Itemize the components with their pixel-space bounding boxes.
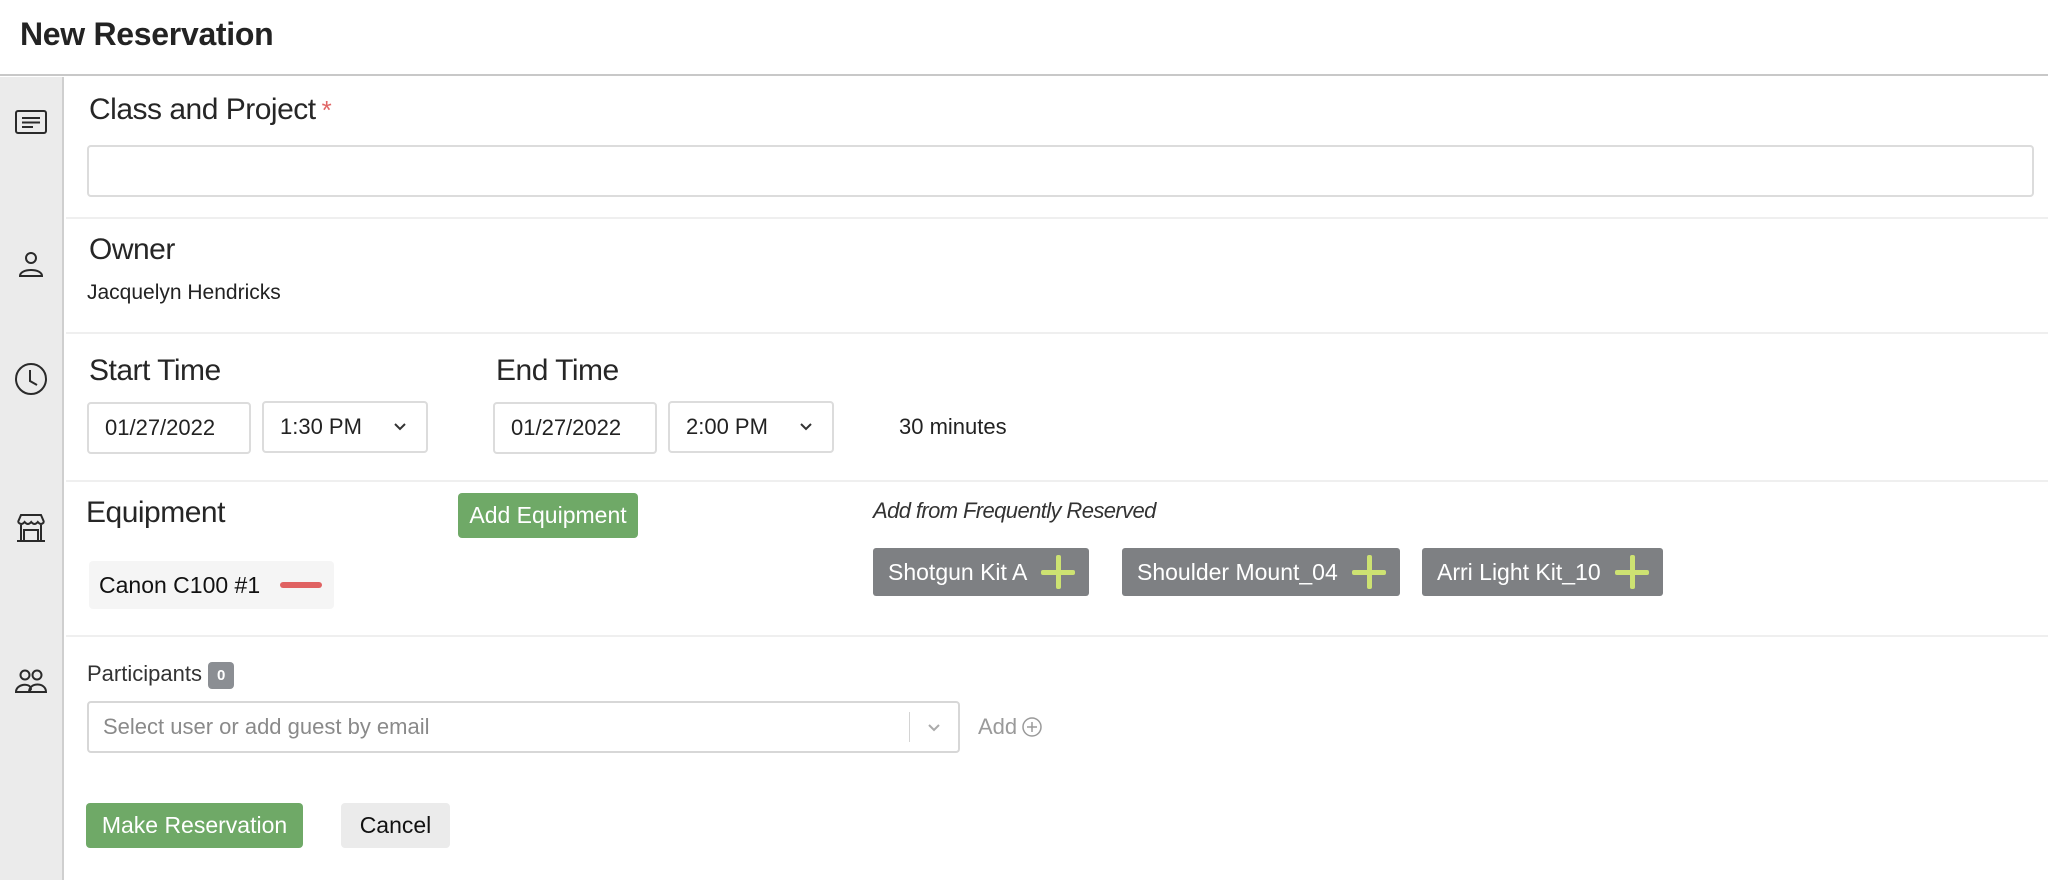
clock-icon xyxy=(12,360,50,398)
class-project-section: Class and Project * xyxy=(66,77,2048,219)
plus-icon xyxy=(1041,555,1076,589)
chevron-down-icon xyxy=(390,416,410,436)
owner-name: Jacquelyn Hendricks xyxy=(87,281,281,304)
start-time-value: 1:30 PM xyxy=(280,414,362,439)
class-project-label: Class and Project * xyxy=(89,93,332,127)
owner-label: Owner xyxy=(89,233,175,266)
section-icon-sidebar xyxy=(0,77,64,880)
description-icon xyxy=(12,103,50,141)
start-time-select[interactable]: 1:30 PM xyxy=(262,401,428,453)
frequent-item-name: Shotgun Kit A xyxy=(888,558,1028,585)
cancel-button[interactable]: Cancel xyxy=(341,803,450,848)
make-reservation-button[interactable]: Make Reservation xyxy=(86,803,303,848)
page-title: New Reservation xyxy=(20,16,274,52)
participants-label: Participants 0 xyxy=(87,661,235,689)
selected-equipment-chip: Canon C100 #1 xyxy=(89,561,335,609)
plus-icon xyxy=(1614,555,1649,589)
storefront-icon xyxy=(12,509,50,547)
add-equipment-button[interactable]: Add Equipment xyxy=(458,493,638,538)
equipment-label: Equipment xyxy=(86,496,225,529)
class-project-input[interactable] xyxy=(87,145,2034,197)
start-date-value: 01/27/2022 xyxy=(105,415,216,440)
required-asterisk: * xyxy=(321,95,332,125)
owner-section: Owner Jacquelyn Hendricks xyxy=(66,219,2048,334)
participants-count-badge: 0 xyxy=(207,661,235,689)
selected-equipment-name: Canon C100 #1 xyxy=(99,571,261,598)
page-header: New Reservation xyxy=(0,0,2048,76)
equipment-section: Equipment Add Equipment Canon C100 #1 Ad… xyxy=(66,482,2048,637)
class-project-label-text: Class and Project xyxy=(89,93,316,126)
duration-text: 30 minutes xyxy=(899,414,1007,439)
group-icon xyxy=(12,663,50,701)
frequent-item-chip[interactable]: Arri Light Kit_10 xyxy=(1422,548,1663,596)
start-date-input[interactable]: 01/27/2022 xyxy=(87,402,251,454)
plus-circle-icon xyxy=(1022,717,1042,737)
plus-icon xyxy=(1351,555,1386,589)
end-date-value: 01/27/2022 xyxy=(511,415,622,440)
add-participant-label: Add xyxy=(978,714,1018,739)
frequent-label: Add from Frequently Reserved xyxy=(873,498,1156,523)
chevron-down-icon[interactable] xyxy=(910,717,958,737)
end-date-input[interactable]: 01/27/2022 xyxy=(493,402,657,454)
frequent-item-chip[interactable]: Shoulder Mount_04 xyxy=(1122,548,1400,596)
frequent-item-name: Arri Light Kit_10 xyxy=(1437,558,1601,585)
frequent-item-chip[interactable]: Shotgun Kit A xyxy=(873,548,1090,596)
chevron-down-icon xyxy=(796,416,816,436)
end-time-select[interactable]: 2:00 PM xyxy=(668,401,834,453)
participants-select[interactable]: Select user or add guest by email xyxy=(87,701,960,753)
end-time-value: 2:00 PM xyxy=(686,414,768,439)
end-time-label: End Time xyxy=(496,354,619,387)
remove-icon[interactable] xyxy=(280,582,323,588)
frequent-item-name: Shoulder Mount_04 xyxy=(1137,558,1338,585)
participants-label-text: Participants xyxy=(87,661,202,686)
start-time-label: Start Time xyxy=(89,354,221,387)
add-participant-button[interactable]: Add xyxy=(978,714,1043,740)
participants-placeholder: Select user or add guest by email xyxy=(103,714,430,739)
time-section: Start Time 01/27/2022 1:30 PM End Time 0… xyxy=(66,334,2048,482)
person-icon xyxy=(12,245,50,283)
